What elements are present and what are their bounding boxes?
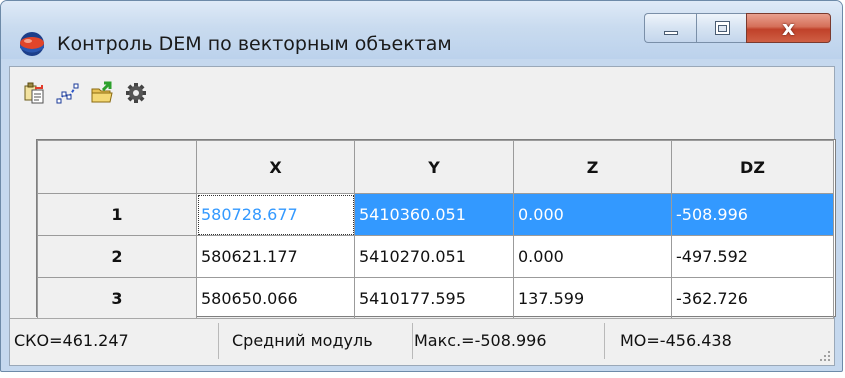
table-row[interactable]: 3 580650.066 5410177.595 137.599 -362.72…: [37, 277, 834, 320]
corner-header: [37, 140, 197, 194]
maximize-icon: [715, 21, 730, 35]
client-area: X Y Z DZ 1 580728.677 5410360.051 0.000 …: [9, 66, 836, 366]
results-grid[interactable]: X Y Z DZ 1 580728.677 5410360.051 0.000 …: [36, 139, 836, 320]
row-number[interactable]: 1: [37, 193, 197, 236]
title-bar[interactable]: Контроль DEM по векторным объектам x: [1, 1, 842, 59]
status-max: Макс.=-508.996: [414, 323, 605, 359]
export-folder-icon[interactable]: [90, 81, 114, 105]
row-number[interactable]: 2: [37, 235, 197, 278]
row-number[interactable]: 3: [37, 277, 197, 320]
cell-dz[interactable]: -362.726: [671, 277, 834, 320]
close-icon: x: [782, 16, 795, 40]
resize-grip-icon[interactable]: [819, 350, 831, 362]
cell-y[interactable]: 5410360.051: [354, 193, 514, 236]
cell-y[interactable]: 5410270.051: [354, 235, 514, 278]
window-title: Контроль DEM по векторным объектам: [57, 33, 452, 55]
cell-z[interactable]: 137.599: [513, 277, 672, 320]
column-header-x[interactable]: X: [196, 140, 355, 194]
cell-dz[interactable]: -508.996: [671, 193, 834, 236]
settings-gear-icon[interactable]: [124, 81, 148, 105]
vector-objects-icon[interactable]: [56, 81, 80, 105]
column-header-y[interactable]: Y: [354, 140, 514, 194]
status-bar: СКО=461.247 Средний модуль Макс.=-508.99…: [10, 318, 834, 365]
column-header-z[interactable]: Z: [513, 140, 672, 194]
dem-control-window: Контроль DEM по векторным объектам x X Y…: [0, 0, 843, 372]
status-mean-error: МО=-456.438: [620, 331, 732, 350]
cell-z[interactable]: 0.000: [513, 235, 672, 278]
cell-y[interactable]: 5410177.595: [354, 277, 514, 320]
cell-z[interactable]: 0.000: [513, 193, 672, 236]
copy-to-clipboard-icon[interactable]: [22, 81, 46, 105]
maximize-button[interactable]: [696, 13, 746, 43]
table-row[interactable]: 1 580728.677 5410360.051 0.000 -508.996: [37, 193, 834, 236]
close-button[interactable]: x: [746, 13, 831, 43]
minimize-icon: [664, 31, 678, 35]
status-rmse: СКО=461.247: [14, 323, 219, 359]
cell-x[interactable]: 580728.677: [196, 193, 355, 236]
results-table: X Y Z DZ 1 580728.677 5410360.051 0.000 …: [37, 140, 834, 320]
column-header-dz[interactable]: DZ: [671, 140, 834, 194]
cell-x[interactable]: 580650.066: [196, 277, 355, 320]
status-mean-abs: Средний модуль: [232, 323, 413, 359]
header-row: X Y Z DZ: [37, 140, 834, 194]
table-row[interactable]: 2 580621.177 5410270.051 0.000 -497.592: [37, 235, 834, 278]
cell-x[interactable]: 580621.177: [196, 235, 355, 278]
minimize-button[interactable]: [644, 13, 696, 43]
app-icon: [20, 32, 44, 56]
cell-dz[interactable]: -497.592: [671, 235, 834, 278]
